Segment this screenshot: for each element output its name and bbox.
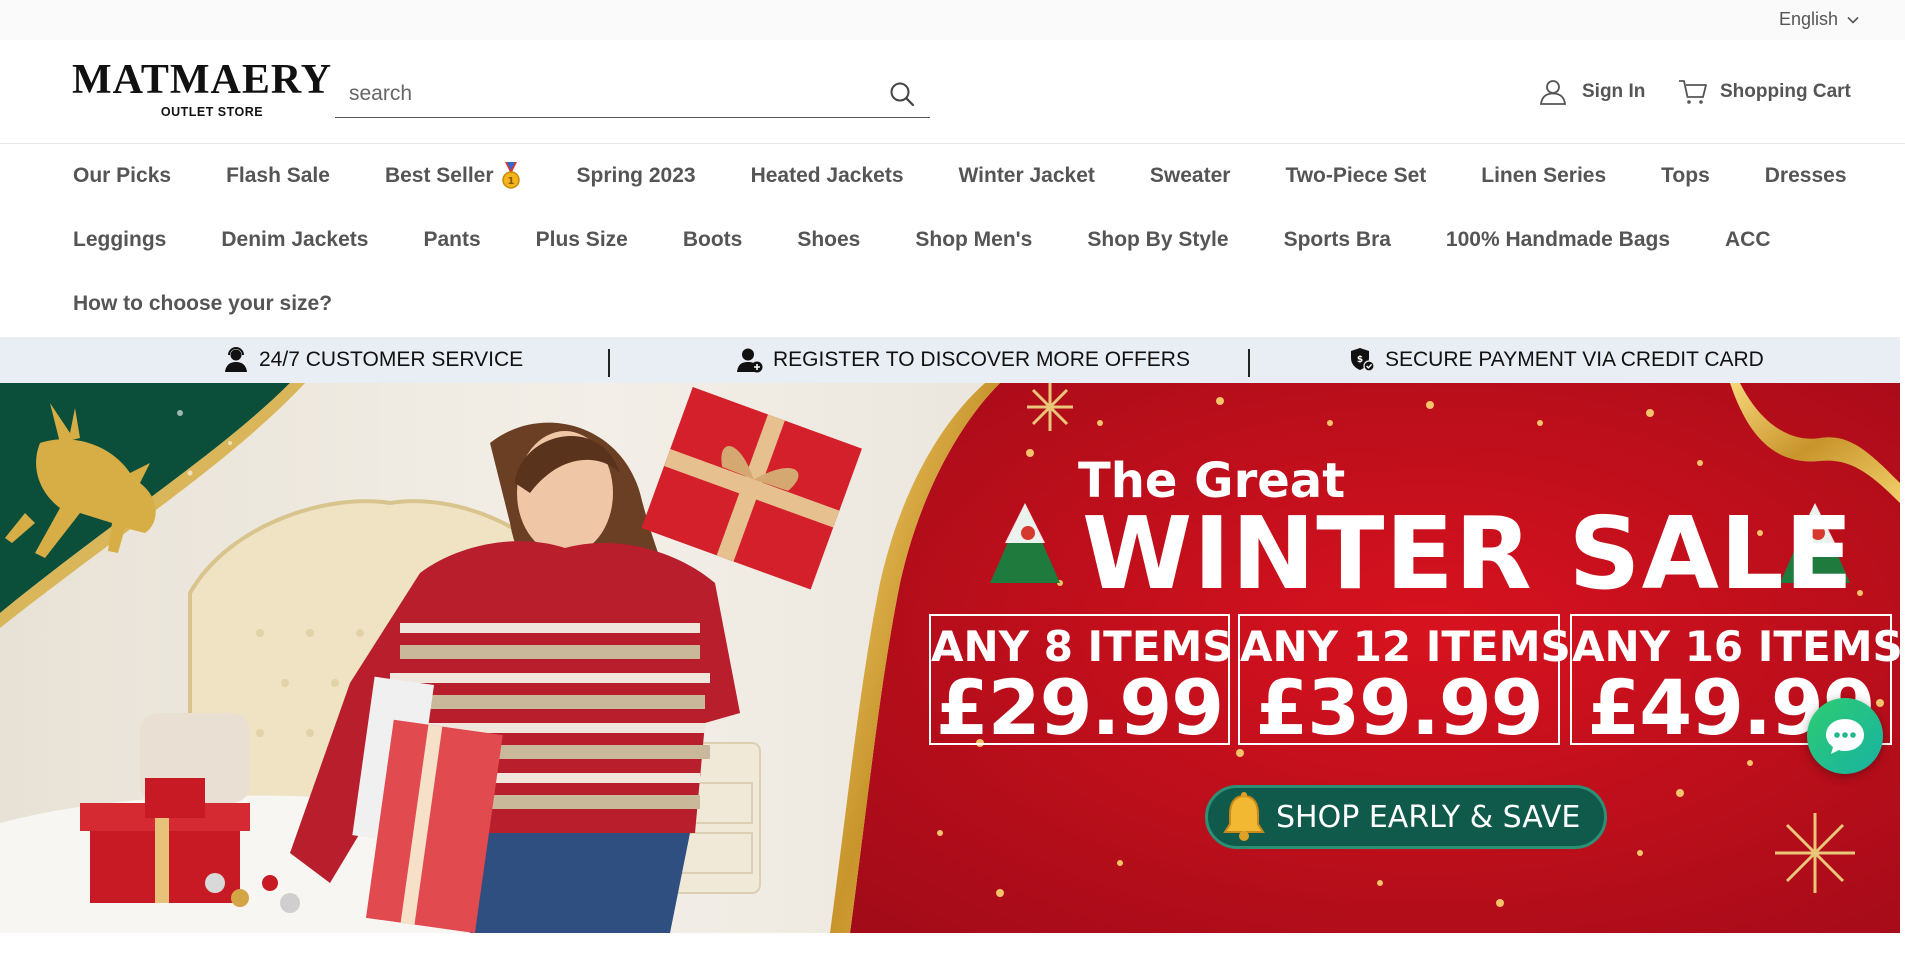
top-utility-bar: English bbox=[0, 0, 1905, 40]
svg-text:1: 1 bbox=[507, 176, 514, 187]
benefit-register-text: REGISTER TO DISCOVER MORE OFFERS bbox=[773, 348, 1190, 371]
language-label: English bbox=[1778, 9, 1838, 29]
user-add-icon bbox=[737, 348, 763, 373]
benefit-secure-payment: $ SECURE PAYMENT VIA CREDIT CARD bbox=[1349, 347, 1764, 373]
nav-item-our-picks[interactable]: Our Picks bbox=[73, 164, 171, 188]
shopping-cart-link[interactable]: Shopping Cart bbox=[1678, 77, 1851, 107]
nav-item-denim-jackets[interactable]: Denim Jackets bbox=[221, 228, 368, 252]
chat-bubble-icon bbox=[1826, 719, 1864, 754]
nav-item-handmade-bags[interactable]: 100% Handmade Bags bbox=[1446, 228, 1670, 252]
chat-widget-button[interactable] bbox=[1807, 698, 1883, 774]
search-bar bbox=[335, 70, 930, 118]
nav-row-2: Leggings Denim Jackets Pants Plus Size B… bbox=[73, 221, 1771, 259]
benefit-secure-payment-text: SECURE PAYMENT VIA CREDIT CARD bbox=[1385, 348, 1764, 371]
nav-item-best-seller[interactable]: Best Seller 1 bbox=[385, 162, 522, 190]
benefits-strip: 24/7 CUSTOMER SERVICE REGISTER TO DISCOV… bbox=[0, 337, 1900, 383]
sign-in-link[interactable]: Sign In bbox=[1538, 77, 1645, 107]
nav-item-pants[interactable]: Pants bbox=[423, 228, 480, 252]
search-input[interactable] bbox=[335, 81, 875, 106]
user-icon bbox=[1539, 80, 1567, 105]
cart-icon bbox=[1679, 80, 1707, 104]
benefit-customer-service: 24/7 CUSTOMER SERVICE bbox=[223, 347, 523, 373]
site-header: MATMAERY OUTLET STORE Sign In Shopping C… bbox=[0, 40, 1905, 144]
shop-early-button[interactable]: SHOP EARLY & SAVE bbox=[1205, 785, 1607, 849]
hero-title: WINTER SALE bbox=[1082, 495, 1854, 612]
nav-item-flash-sale[interactable]: Flash Sale bbox=[226, 164, 330, 188]
benefit-divider bbox=[608, 349, 610, 377]
nav-item-winter-jacket[interactable]: Winter Jacket bbox=[959, 164, 1095, 188]
nav-item-tops[interactable]: Tops bbox=[1661, 164, 1710, 188]
hero-banner[interactable]: The Great WINTER SALE ANY 8 ITEMS £29.99… bbox=[0, 383, 1900, 933]
nav-item-heated-jackets[interactable]: Heated Jackets bbox=[751, 164, 904, 188]
svg-text:$: $ bbox=[1357, 355, 1363, 365]
logo-tagline: OUTLET STORE bbox=[160, 105, 264, 119]
search-icon[interactable] bbox=[888, 80, 916, 108]
offer-box-12-items[interactable]: ANY 12 ITEMS £39.99 bbox=[1238, 614, 1571, 752]
nav-row-1: Our Picks Flash Sale Best Seller 1 Sprin… bbox=[73, 157, 1847, 195]
benefit-customer-service-text: 24/7 CUSTOMER SERVICE bbox=[259, 348, 524, 371]
nav-item-size-guide[interactable]: How to choose your size? bbox=[73, 292, 332, 316]
nav-item-linen-series[interactable]: Linen Series bbox=[1481, 164, 1606, 188]
shopping-cart-label: Shopping Cart bbox=[1720, 81, 1851, 102]
main-navigation: Our Picks Flash Sale Best Seller 1 Sprin… bbox=[0, 145, 1905, 337]
offer-box-8-items[interactable]: ANY 8 ITEMS £29.99 bbox=[929, 614, 1233, 752]
nav-item-two-piece-set[interactable]: Two-Piece Set bbox=[1285, 164, 1426, 188]
nav-item-plus-size[interactable]: Plus Size bbox=[536, 228, 628, 252]
chevron-down-icon bbox=[1847, 16, 1859, 24]
nav-item-boots[interactable]: Boots bbox=[683, 228, 743, 252]
nav-item-shop-mens[interactable]: Shop Men's bbox=[915, 228, 1032, 252]
nav-row-3: How to choose your size? bbox=[73, 285, 332, 323]
offer-price: £29.99 bbox=[935, 663, 1224, 752]
benefit-divider bbox=[1248, 349, 1250, 377]
nav-item-sweater[interactable]: Sweater bbox=[1150, 164, 1231, 188]
nav-item-dresses[interactable]: Dresses bbox=[1765, 164, 1847, 188]
language-selector[interactable]: English bbox=[1779, 9, 1860, 30]
support-agent-icon bbox=[225, 347, 247, 372]
shield-check-icon: $ bbox=[1351, 348, 1375, 372]
nav-item-shoes[interactable]: Shoes bbox=[797, 228, 860, 252]
benefit-register[interactable]: REGISTER TO DISCOVER MORE OFFERS bbox=[737, 347, 1190, 373]
site-logo[interactable]: MATMAERY OUTLET STORE bbox=[72, 57, 333, 124]
offer-price: £39.99 bbox=[1255, 663, 1543, 752]
nav-item-acc[interactable]: ACC bbox=[1725, 228, 1771, 252]
sign-in-label: Sign In bbox=[1582, 81, 1646, 102]
nav-item-spring-2023[interactable]: Spring 2023 bbox=[577, 164, 696, 188]
logo-wordmark: MATMAERY bbox=[72, 57, 333, 103]
nav-item-sports-bra[interactable]: Sports Bra bbox=[1284, 228, 1391, 252]
medal-icon: 1 bbox=[501, 162, 520, 189]
nav-item-shop-by-style[interactable]: Shop By Style bbox=[1087, 228, 1228, 252]
shop-early-label: SHOP EARLY & SAVE bbox=[1276, 799, 1581, 835]
bell-icon bbox=[1223, 792, 1265, 841]
nav-item-leggings[interactable]: Leggings bbox=[73, 228, 166, 252]
